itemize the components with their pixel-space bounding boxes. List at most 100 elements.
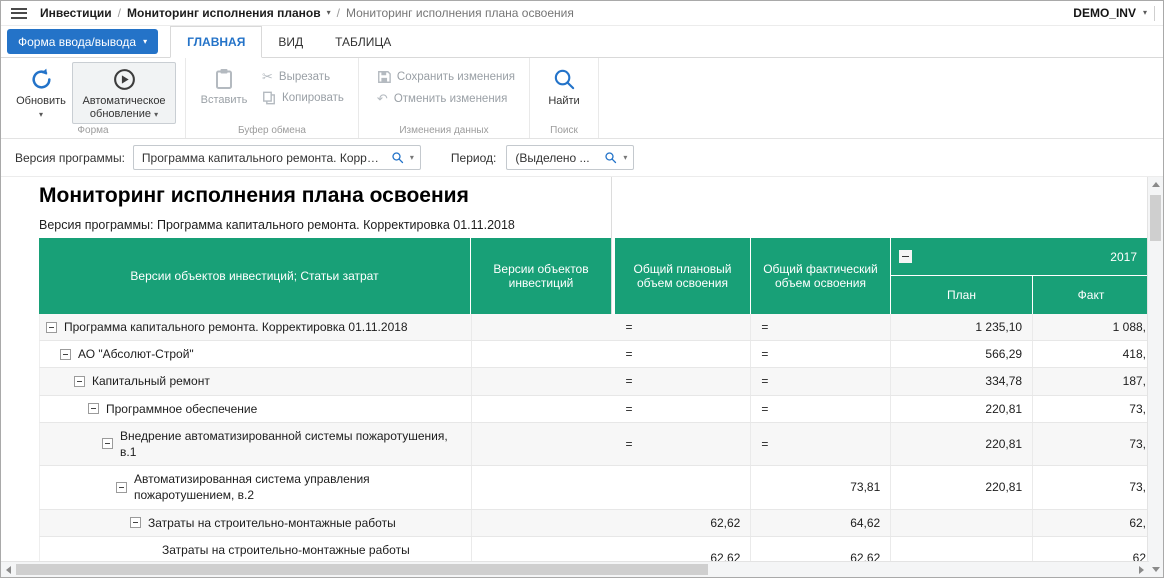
table-row[interactable]: Капитальный ремонт = = 334,78 187, (39, 368, 1149, 395)
header-fact-total-column: Общий фактический объем освоения (751, 238, 891, 314)
breadcrumb-item-monitoring-plans[interactable]: Мониторинг исполнения планов (127, 6, 321, 20)
versions-cell (472, 537, 612, 561)
period-value: (Выделено ... (515, 151, 598, 165)
paste-button[interactable]: Вставить (195, 62, 253, 110)
header-tree-column: Версии объектов инвестиций; Статьи затра… (39, 238, 471, 314)
save-icon (377, 70, 391, 84)
tab-main[interactable]: ГЛАВНАЯ (170, 26, 262, 58)
chevron-down-icon[interactable]: ▾ (1143, 9, 1147, 17)
fact-total-cell: = (751, 341, 891, 367)
user-menu[interactable]: DEMO_INV (1073, 6, 1136, 20)
plan-2017-cell (891, 537, 1033, 561)
copy-button[interactable]: Копировать (257, 89, 349, 107)
refresh-label: Обновить (16, 95, 66, 108)
vertical-scroll-thumb[interactable] (1150, 195, 1161, 241)
scroll-down-arrow-icon[interactable] (1148, 562, 1163, 577)
table-header: Версии объектов инвестиций; Статьи затра… (39, 238, 1149, 314)
cut-button[interactable]: ✂ Вырезать (257, 68, 349, 85)
hamburger-menu-icon[interactable] (11, 8, 27, 19)
versions-cell (472, 368, 612, 394)
versions-cell (472, 423, 612, 465)
fact-2017-cell: 73, (1033, 466, 1149, 508)
fact-total-cell: 73,81 (751, 466, 891, 508)
chevron-down-icon: ▾ (39, 111, 43, 119)
plan-2017-cell: 220,81 (891, 423, 1033, 465)
row-label: Затраты на строительно-монтажные работы (148, 515, 396, 531)
collapse-toggle-icon[interactable] (88, 403, 99, 414)
header-year-2017: 2017 (891, 238, 1149, 276)
breadcrumb-item-investments[interactable]: Инвестиции (40, 6, 112, 20)
ribbon-group-search: Найти Поиск (530, 58, 599, 138)
find-button[interactable]: Найти (539, 62, 589, 111)
program-version-label: Версия программы: (15, 151, 125, 165)
tree-cell: Программное обеспечение (40, 396, 472, 422)
search-icon[interactable] (604, 151, 617, 164)
collapse-toggle-icon[interactable] (130, 517, 141, 528)
breadcrumb: Инвестиции / Мониторинг исполнения плано… (40, 6, 574, 20)
table-row[interactable]: АО "Абсолют-Строй" = = 566,29 418, (39, 341, 1149, 368)
program-version-combo[interactable]: Программа капитального ремонта. Корректи… (133, 145, 421, 170)
horizontal-scrollbar[interactable] (1, 561, 1149, 577)
plan-2017-cell: 334,78 (891, 368, 1033, 394)
auto-refresh-button[interactable]: Автоматическое обновление ▾ (72, 62, 176, 124)
table-row[interactable]: Программное обеспечение = = 220,81 73, (39, 396, 1149, 423)
breadcrumb-current-page: Мониторинг исполнения плана освоения (346, 6, 574, 20)
refresh-button[interactable]: Обновить ▾ (10, 62, 72, 122)
ribbon-group-form-label: Форма (1, 125, 185, 136)
row-label: Внедрение автоматизированной системы пож… (120, 428, 463, 460)
collapse-toggle-icon[interactable] (116, 482, 127, 493)
clipboard-stack: ✂ Вырезать Копировать (257, 62, 349, 107)
scroll-up-arrow-icon[interactable] (1148, 177, 1163, 192)
app-window: Инвестиции / Мониторинг исполнения плано… (0, 0, 1164, 578)
undo-icon: ↶ (377, 92, 388, 105)
ribbon: Обновить ▾ Автоматическое обновление ▾ Ф… (1, 58, 1163, 139)
breadcrumb-separator: / (337, 6, 340, 20)
period-combo[interactable]: (Выделено ... ▾ (506, 145, 634, 170)
copy-label: Копировать (282, 92, 344, 104)
period-label: Период: (451, 151, 496, 165)
chevron-down-icon[interactable]: ▾ (327, 9, 331, 17)
fact-total-cell: 64,62 (751, 510, 891, 536)
cancel-changes-button[interactable]: ↶ Отменить изменения (372, 90, 520, 107)
versions-cell (472, 396, 612, 422)
collapse-toggle-icon[interactable] (60, 349, 71, 360)
search-icon[interactable] (391, 151, 404, 164)
header-fact-column: Факт (1033, 276, 1149, 314)
fact-2017-cell: 418, (1033, 341, 1149, 367)
scroll-right-arrow-icon[interactable] (1134, 562, 1149, 577)
table-body: Программа капитального ремонта. Корректи… (39, 314, 1149, 561)
chevron-down-icon[interactable]: ▾ (410, 154, 414, 162)
plan-2017-cell: 566,29 (891, 341, 1033, 367)
collapse-toggle-icon[interactable] (46, 322, 57, 333)
scroll-left-arrow-icon[interactable] (1, 562, 16, 577)
ribbon-group-data-changes: Сохранить изменения ↶ Отменить изменения… (359, 58, 530, 138)
tree-cell: АО "Абсолют-Строй" (40, 341, 472, 367)
plan-2017-cell (891, 510, 1033, 536)
tab-table[interactable]: ТАБЛИЦА (319, 26, 407, 57)
vertical-scrollbar[interactable] (1147, 177, 1163, 577)
fact-2017-cell: 73, (1033, 396, 1149, 422)
collapse-toggle-icon[interactable] (74, 376, 85, 387)
data-grid: Версии объектов инвестиций; Статьи затра… (39, 238, 1149, 561)
table-row[interactable]: Затраты на строительно-монтажные работы … (39, 510, 1149, 537)
filter-bar: Версия программы: Программа капитального… (1, 139, 1163, 177)
scissors-icon: ✂ (262, 70, 273, 83)
form-io-button[interactable]: Форма ввода/вывода ▾ (7, 29, 158, 54)
horizontal-scroll-thumb[interactable] (16, 564, 708, 575)
chevron-down-icon[interactable]: ▾ (623, 154, 627, 162)
table-row[interactable]: Затраты на строительно-монтажные работы … (39, 537, 1149, 561)
search-icon (552, 67, 577, 92)
page-title: Мониторинг исполнения плана освоения (39, 184, 469, 208)
fact-total-cell: = (751, 396, 891, 422)
year-collapse-toggle-icon[interactable] (899, 250, 912, 263)
row-label: Программное обеспечение (106, 401, 257, 417)
table-row[interactable]: Автоматизированная система управления по… (39, 466, 1149, 509)
table-row[interactable]: Внедрение автоматизированной системы пож… (39, 423, 1149, 466)
tab-view[interactable]: ВИД (262, 26, 319, 57)
topbar: Инвестиции / Мониторинг исполнения плано… (1, 1, 1163, 26)
collapse-toggle-icon[interactable] (102, 438, 113, 449)
auto-refresh-label: Автоматическое обновление ▾ (77, 95, 171, 121)
table-row[interactable]: Программа капитального ремонта. Корректи… (39, 314, 1149, 341)
header-year-group: 2017 План Факт (891, 238, 1149, 314)
save-changes-button[interactable]: Сохранить изменения (372, 68, 520, 86)
